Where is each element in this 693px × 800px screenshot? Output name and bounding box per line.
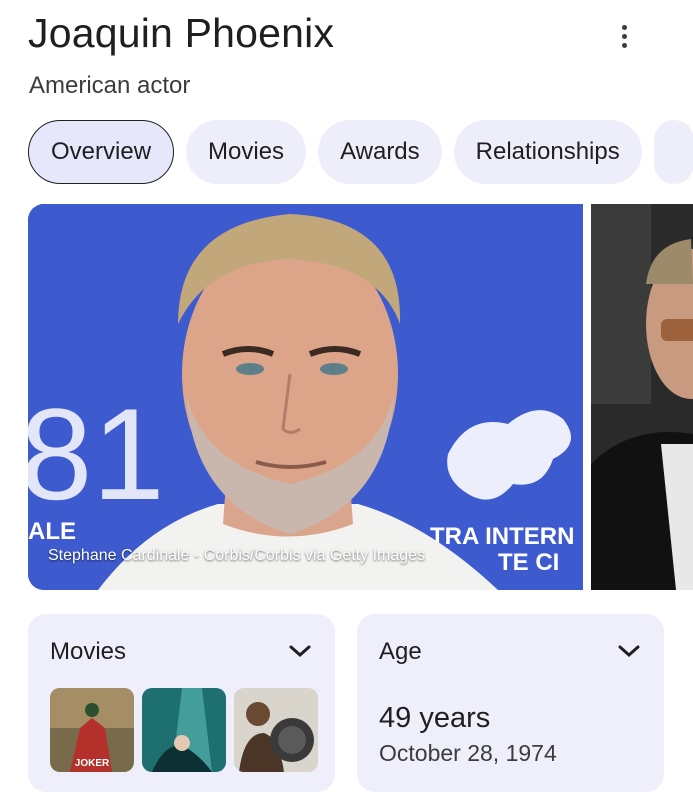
backdrop-word-left: ALE [28, 518, 76, 545]
page-subtitle: American actor [29, 72, 191, 99]
more-vert-icon[interactable] [610, 20, 638, 52]
birth-date: October 28, 1974 [379, 740, 557, 766]
movie-thumbnail-gladiator[interactable] [234, 688, 318, 772]
secondary-portrait-image [591, 204, 693, 590]
tab-movies[interactable]: Movies [186, 120, 307, 184]
thumb-caption: JOKER [75, 758, 110, 769]
backdrop-word-right2: TE CI [498, 549, 559, 576]
secondary-photo[interactable] [591, 204, 693, 590]
chevron-down-icon[interactable] [287, 642, 313, 660]
portrait-image: 81 ALE TRA INTERN TE CI [28, 204, 583, 590]
tab-more[interactable] [653, 120, 693, 184]
movies-card[interactable]: Movies JOKER [28, 614, 335, 792]
age-card-title: Age [379, 638, 422, 665]
photo-credit: Stephane Cardinale - Corbis/Corbis via G… [48, 547, 426, 564]
backdrop-number: 81 [28, 381, 165, 527]
backdrop-word-right: TRA INTERN [430, 523, 574, 550]
page-title: Joaquin Phoenix [28, 10, 335, 56]
tab-bar: Overview Movies Awards Relationships [28, 120, 693, 184]
tab-relationships[interactable]: Relationships [453, 120, 642, 184]
tab-overview[interactable]: Overview [28, 120, 175, 184]
movie-thumbnail-joker-2[interactable] [142, 688, 226, 772]
movie-thumbnail-joker[interactable]: JOKER [50, 688, 134, 772]
tab-awards[interactable]: Awards [318, 120, 442, 184]
main-photo[interactable]: 81 ALE TRA INTERN TE CI Stephane Cardina… [28, 204, 583, 590]
chevron-down-icon[interactable] [616, 642, 642, 660]
age-card[interactable]: Age 49 years October 28, 1974 [357, 614, 664, 792]
age-value: 49 years [379, 702, 491, 734]
movies-card-title: Movies [50, 638, 127, 665]
